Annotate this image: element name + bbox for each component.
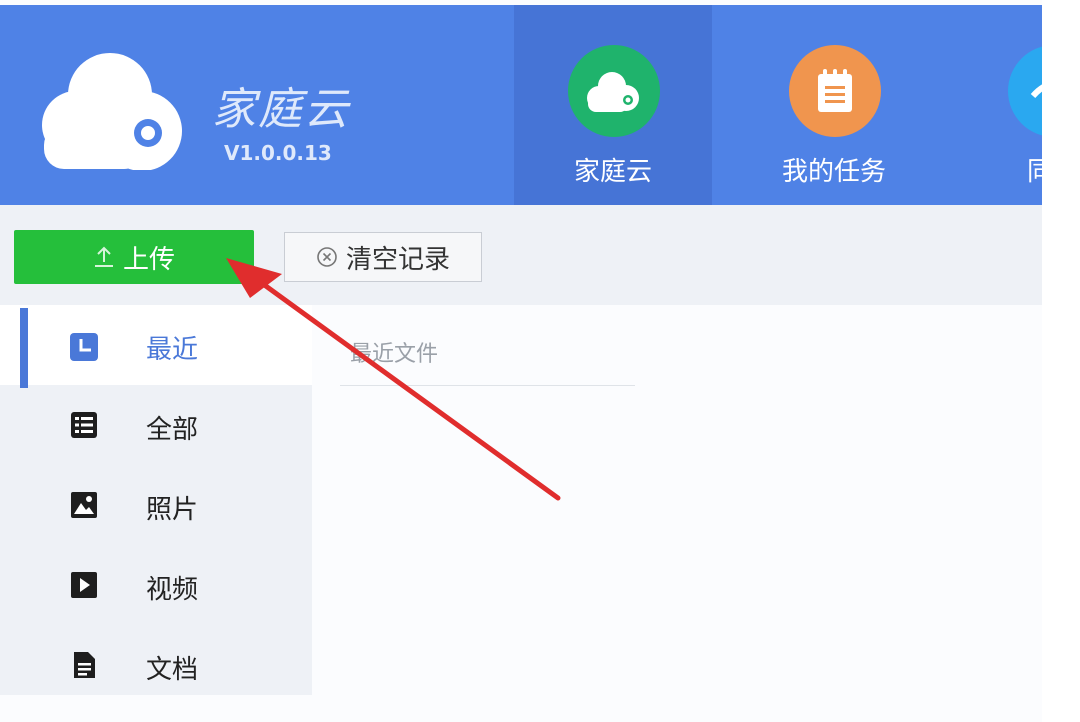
upload-button[interactable]: 上传: [14, 230, 254, 284]
sidebar-item-photos[interactable]: 照片: [0, 465, 312, 545]
tab-label: 家庭云: [573, 157, 652, 187]
upload-arrow-icon: [94, 246, 113, 267]
sidebar-item-label: 最近: [146, 335, 199, 365]
sidebar: 最近 全部 照片 视频 文档: [0, 305, 312, 695]
tab-label: 同步: [1026, 157, 1042, 187]
cloud-icon: [568, 45, 660, 137]
document-icon: [74, 652, 95, 678]
sidebar-item-label: 文档: [146, 655, 199, 685]
upload-button-label: 上传: [122, 243, 175, 274]
divider: [340, 385, 635, 386]
page-margin: [1042, 0, 1080, 722]
sidebar-item-label: 视频: [146, 575, 199, 605]
list-icon: [71, 412, 97, 438]
tab-label: 我的任务: [781, 157, 886, 187]
sidebar-item-documents[interactable]: 文档: [0, 625, 312, 705]
app-window: 家庭云 V1.0.0.13 家庭云 我的任务 同 上传 清空记录 最近 全部 照…: [0, 0, 1042, 722]
sidebar-item-label: 全部: [146, 415, 199, 445]
clear-records-label: 清空记录: [345, 243, 450, 274]
tab-my-tasks[interactable]: 我的任务: [735, 5, 933, 205]
video-play-icon: [71, 572, 97, 598]
toolbar: 上传 清空记录: [0, 205, 1042, 305]
sidebar-item-label: 照片: [146, 495, 199, 525]
sidebar-item-videos[interactable]: 视频: [0, 545, 312, 625]
app-header: 家庭云 V1.0.0.13 家庭云 我的任务 同: [0, 5, 1042, 205]
tab-family-cloud[interactable]: 家庭云: [514, 5, 712, 205]
app-version: V1.0.0.13: [224, 141, 332, 165]
close-circle-icon: [317, 247, 337, 267]
tab-sync[interactable]: 同步: [954, 5, 1042, 205]
clear-records-button[interactable]: 清空记录: [284, 232, 482, 282]
cloud-logo-icon: [42, 53, 182, 170]
active-indicator: [20, 308, 28, 388]
app-name: 家庭云: [212, 84, 350, 135]
notepad-icon: [789, 45, 881, 137]
image-icon: [71, 492, 97, 518]
sidebar-item-all[interactable]: 全部: [0, 385, 312, 465]
sync-icon: [1008, 45, 1042, 137]
recent-files-heading: 最近文件: [350, 342, 439, 367]
sidebar-item-recent[interactable]: 最近: [0, 305, 312, 388]
recent-clock-icon: [70, 333, 98, 361]
